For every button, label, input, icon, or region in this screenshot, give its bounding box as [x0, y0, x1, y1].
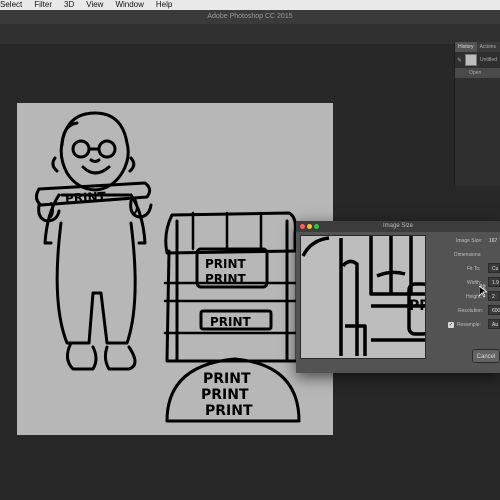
history-snapshot[interactable]: ✎ Untitled [455, 52, 500, 68]
resample-checkbox[interactable]: ✓ [448, 322, 454, 328]
height-field[interactable]: 2 [488, 291, 500, 301]
cursor-icon [479, 286, 487, 298]
base-text-1: PRINT [203, 371, 251, 387]
resample-label: Resample: [457, 322, 481, 328]
resolution-label: Resolution: [458, 308, 484, 314]
image-size-label: Image Size: [456, 238, 483, 244]
fit-to-select[interactable]: Cu [488, 263, 500, 273]
panel-tabs: History Actions [455, 42, 500, 52]
snapshot-label: Untitled [480, 57, 497, 63]
options-bar [0, 24, 500, 45]
brush-icon: ✎ [457, 57, 463, 64]
resample-select[interactable]: Au [488, 319, 500, 329]
history-step-open[interactable]: Open [455, 68, 500, 78]
document-canvas[interactable]: PRINT PRINT PRINT PRINT PRINT PRINT PRIN… [17, 103, 333, 435]
dialog-title: Image Size [382, 223, 413, 229]
dialog-titlebar: Image Size [296, 221, 500, 232]
menu-select[interactable]: Select [0, 0, 22, 10]
preview-illustration: PR [301, 236, 425, 356]
minimize-icon[interactable] [307, 224, 312, 229]
image-size-value: 167 [489, 238, 498, 244]
history-panel: History Actions ✎ Untitled Open [454, 42, 500, 186]
tab-actions[interactable]: Actions [477, 42, 499, 52]
snapshot-thumbnail [465, 54, 478, 66]
press-text-2: PRINT [205, 272, 247, 286]
press-text-3: PRINT [210, 315, 252, 329]
menu-filter[interactable]: Filter [34, 0, 52, 10]
base-text-2: PRINT [201, 387, 249, 403]
menu-window[interactable]: Window [115, 0, 143, 10]
cancel-button[interactable]: Cancel [472, 349, 500, 363]
width-field[interactable]: 1.9 [488, 277, 500, 287]
tab-history[interactable]: History [455, 42, 477, 52]
sign-text: PRINT [65, 189, 107, 205]
step-label: Open [469, 70, 482, 76]
app-title: Adobe Photoshop CC 2015 [0, 10, 500, 24]
press-text-1: PRINT [205, 257, 247, 271]
zoom-icon[interactable] [314, 224, 319, 229]
menu-view[interactable]: View [86, 0, 103, 10]
menu-bar: Select Filter 3D View Window Help [0, 0, 500, 10]
cartoon-illustration: PRINT PRINT PRINT PRINT PRINT PRINT PRIN… [34, 111, 301, 423]
image-preview[interactable]: PR [300, 235, 426, 359]
fit-to-label: Fit To: [467, 266, 481, 272]
base-text-3: PRINT [205, 403, 253, 419]
preview-text: PR [409, 298, 425, 314]
image-size-dialog: Image Size PR Image Size: 167 Dimensions… [296, 221, 500, 373]
menu-3d[interactable]: 3D [64, 0, 74, 10]
close-icon[interactable] [300, 224, 305, 229]
dimensions-label: Dimensions: [454, 252, 482, 258]
menu-help[interactable]: Help [156, 0, 172, 10]
resolution-field[interactable]: 600 [488, 305, 500, 315]
